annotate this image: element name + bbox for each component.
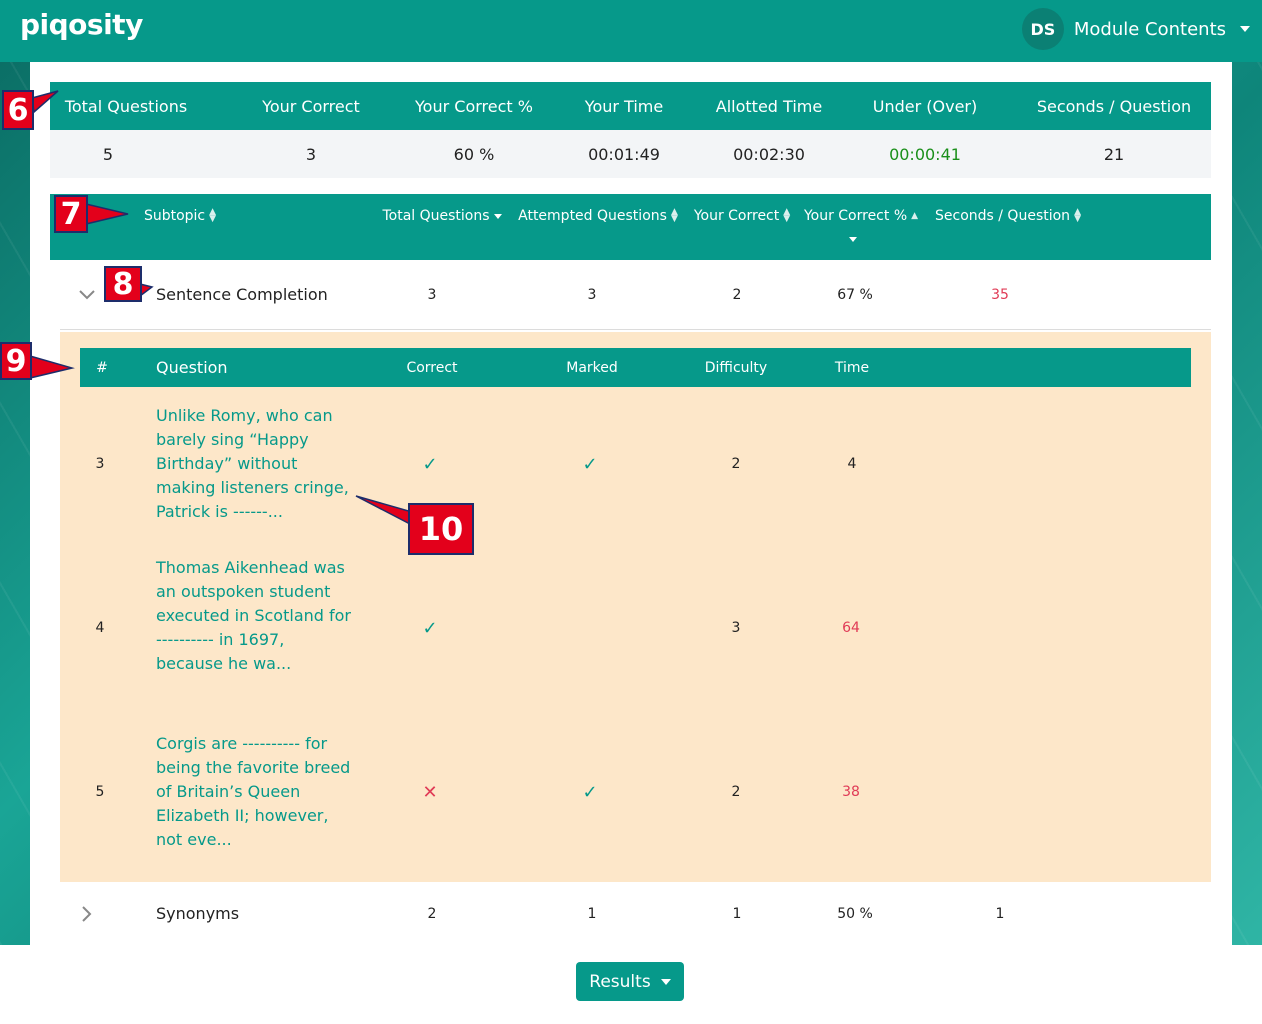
sort-your-correct[interactable]: Your Correct ▲ ▼	[690, 194, 794, 238]
question-time: 38	[842, 784, 860, 800]
chevron-down-icon	[660, 978, 671, 985]
subtopic-attempted: 1	[587, 905, 597, 922]
sort-your-correct-percent[interactable]: Your Correct % ▲	[802, 194, 920, 238]
question-difficulty: 3	[731, 620, 741, 636]
question-difficulty: 2	[731, 784, 741, 800]
callout-7: 7	[54, 195, 88, 233]
summary-col-time: Your Time	[584, 96, 664, 116]
summary-total-value: 5	[102, 144, 114, 164]
question-number: 5	[95, 784, 105, 800]
question-number: 3	[95, 456, 105, 472]
subtopic-col-label: Subtopic	[143, 208, 206, 224]
top-navbar: piqosity DS Module Contents	[0, 0, 1262, 62]
summary-row: 5 3 60 % 00:01:49 00:02:30 00:00:41 21	[50, 130, 1211, 178]
results-panel: Total Questions Your Correct Your Correc…	[30, 62, 1232, 945]
q-col-marked: Marked	[566, 359, 618, 376]
summary-col-allotted: Allotted Time	[715, 96, 823, 116]
check-icon: ✓	[582, 453, 598, 475]
summary-spq-value: 21	[1103, 144, 1125, 164]
user-avatar[interactable]: DS	[1021, 8, 1064, 50]
sort-attempted[interactable]: Attempted Questions ▲ ▼	[515, 194, 681, 238]
subtopic-total: 3	[427, 286, 437, 303]
subtopic-attempted: 3	[587, 286, 597, 303]
q-col-number: #	[96, 359, 108, 376]
question-link[interactable]: Thomas Aikenhead was an outspoken studen…	[156, 556, 356, 676]
q-col-correct: Correct	[406, 359, 458, 376]
sort-total-questions[interactable]: Total Questions	[380, 194, 504, 238]
results-label: Results	[589, 971, 651, 992]
check-icon: ✓	[422, 617, 438, 639]
summary-correct-value: 3	[305, 144, 317, 164]
sort-subtopic[interactable]: Subtopic ▲ ▼	[130, 194, 230, 238]
app-logo[interactable]: piqosity	[20, 8, 143, 41]
collapse-chevron-icon[interactable]	[74, 260, 100, 329]
subtopic-correct: 2	[732, 286, 742, 303]
subtopic-spq: 35	[991, 286, 1009, 303]
summary-percent-value: 60 %	[453, 144, 495, 164]
subtopic-name[interactable]: Synonyms	[156, 882, 276, 945]
callout-10: 10	[408, 503, 474, 555]
subtopic-total: 2	[427, 905, 437, 922]
attempted-col-label: Attempted Questions	[518, 208, 667, 224]
callout-6: 6	[2, 90, 34, 130]
spq-col-label: Seconds / Question	[935, 208, 1071, 224]
expand-chevron-icon[interactable]	[74, 882, 100, 945]
subtopic-row-synonyms[interactable]: Synonyms 2 1 1 50 % 1	[60, 882, 1211, 945]
callout-9: 9	[0, 342, 32, 380]
question-row-5: 5 Corgis are ---------- for being the fa…	[80, 730, 1191, 854]
chevron-down-icon[interactable]	[1240, 26, 1250, 32]
question-time: 4	[847, 456, 857, 472]
question-time: 64	[842, 620, 860, 636]
subtopic-name[interactable]: Sentence Completion	[156, 260, 336, 329]
subtopic-header: Subtopic ▲ ▼ Total Questions Attempted Que…	[50, 194, 1211, 260]
subtopic-percent: 67 %	[837, 286, 873, 303]
question-number: 4	[95, 620, 105, 636]
module-contents-menu[interactable]: DS Module Contents	[1021, 8, 1250, 50]
question-difficulty: 2	[731, 456, 741, 472]
summary-col-spq: Seconds / Question	[1036, 96, 1192, 116]
cross-icon: ✕	[422, 781, 438, 803]
module-contents-label[interactable]: Module Contents	[1074, 19, 1226, 40]
sort-icon: ▲ ▼	[1074, 207, 1081, 224]
question-link[interactable]: Corgis are ---------- for being the favo…	[156, 732, 356, 852]
sort-desc-icon	[493, 213, 502, 219]
q-col-difficulty: Difficulty	[704, 359, 768, 376]
question-row-3: 3 Unlike Romy, who can barely sing “Happ…	[80, 402, 1191, 526]
sort-seconds-per-question[interactable]: Seconds / Question ▲ ▼	[930, 194, 1086, 238]
results-dropdown-button[interactable]: Results	[576, 962, 684, 1001]
subtopic-row-sentence-completion[interactable]: Sentence Completion 3 3 2 67 % 35	[60, 260, 1211, 330]
summary-col-under-over: Under (Over)	[872, 96, 978, 116]
subtopic-spq: 1	[995, 905, 1005, 922]
callout-8: 8	[104, 266, 142, 302]
total-questions-col-label: Total Questions	[382, 208, 490, 224]
subtopic-correct: 1	[732, 905, 742, 922]
sort-icon: ▲ ▼	[670, 207, 678, 224]
your-correct-col-label: Your Correct	[693, 208, 780, 224]
summary-under-over-value: 00:00:41	[889, 144, 961, 164]
sort-icon: ▲ ▼	[783, 207, 791, 224]
subtopic-percent: 50 %	[837, 905, 873, 922]
summary-col-total: Total Questions	[64, 96, 188, 116]
your-correct-percent-col-label: Your Correct %	[803, 208, 908, 224]
question-row-4: 4 Thomas Aikenhead was an outspoken stud…	[80, 554, 1191, 702]
question-detail-panel: # Question Correct Marked Difficulty Tim…	[60, 332, 1211, 882]
summary-col-percent: Your Correct %	[415, 96, 533, 116]
sort-icon: ▲ ▼	[209, 207, 217, 224]
question-table-header: # Question Correct Marked Difficulty Tim…	[80, 348, 1191, 387]
summary-time-value: 00:01:49	[588, 144, 660, 164]
summary-col-correct: Your Correct	[262, 96, 360, 116]
summary-header: Total Questions Your Correct Your Correc…	[50, 82, 1211, 130]
sort-asc-icon: ▲	[911, 210, 919, 221]
summary-allotted-value: 00:02:30	[733, 144, 805, 164]
sort-desc-icon	[848, 232, 858, 246]
q-col-time: Time	[834, 359, 870, 376]
question-link[interactable]: Unlike Romy, who can barely sing “Happy …	[156, 404, 356, 524]
q-col-question: Question	[156, 358, 228, 377]
check-icon: ✓	[582, 781, 598, 803]
